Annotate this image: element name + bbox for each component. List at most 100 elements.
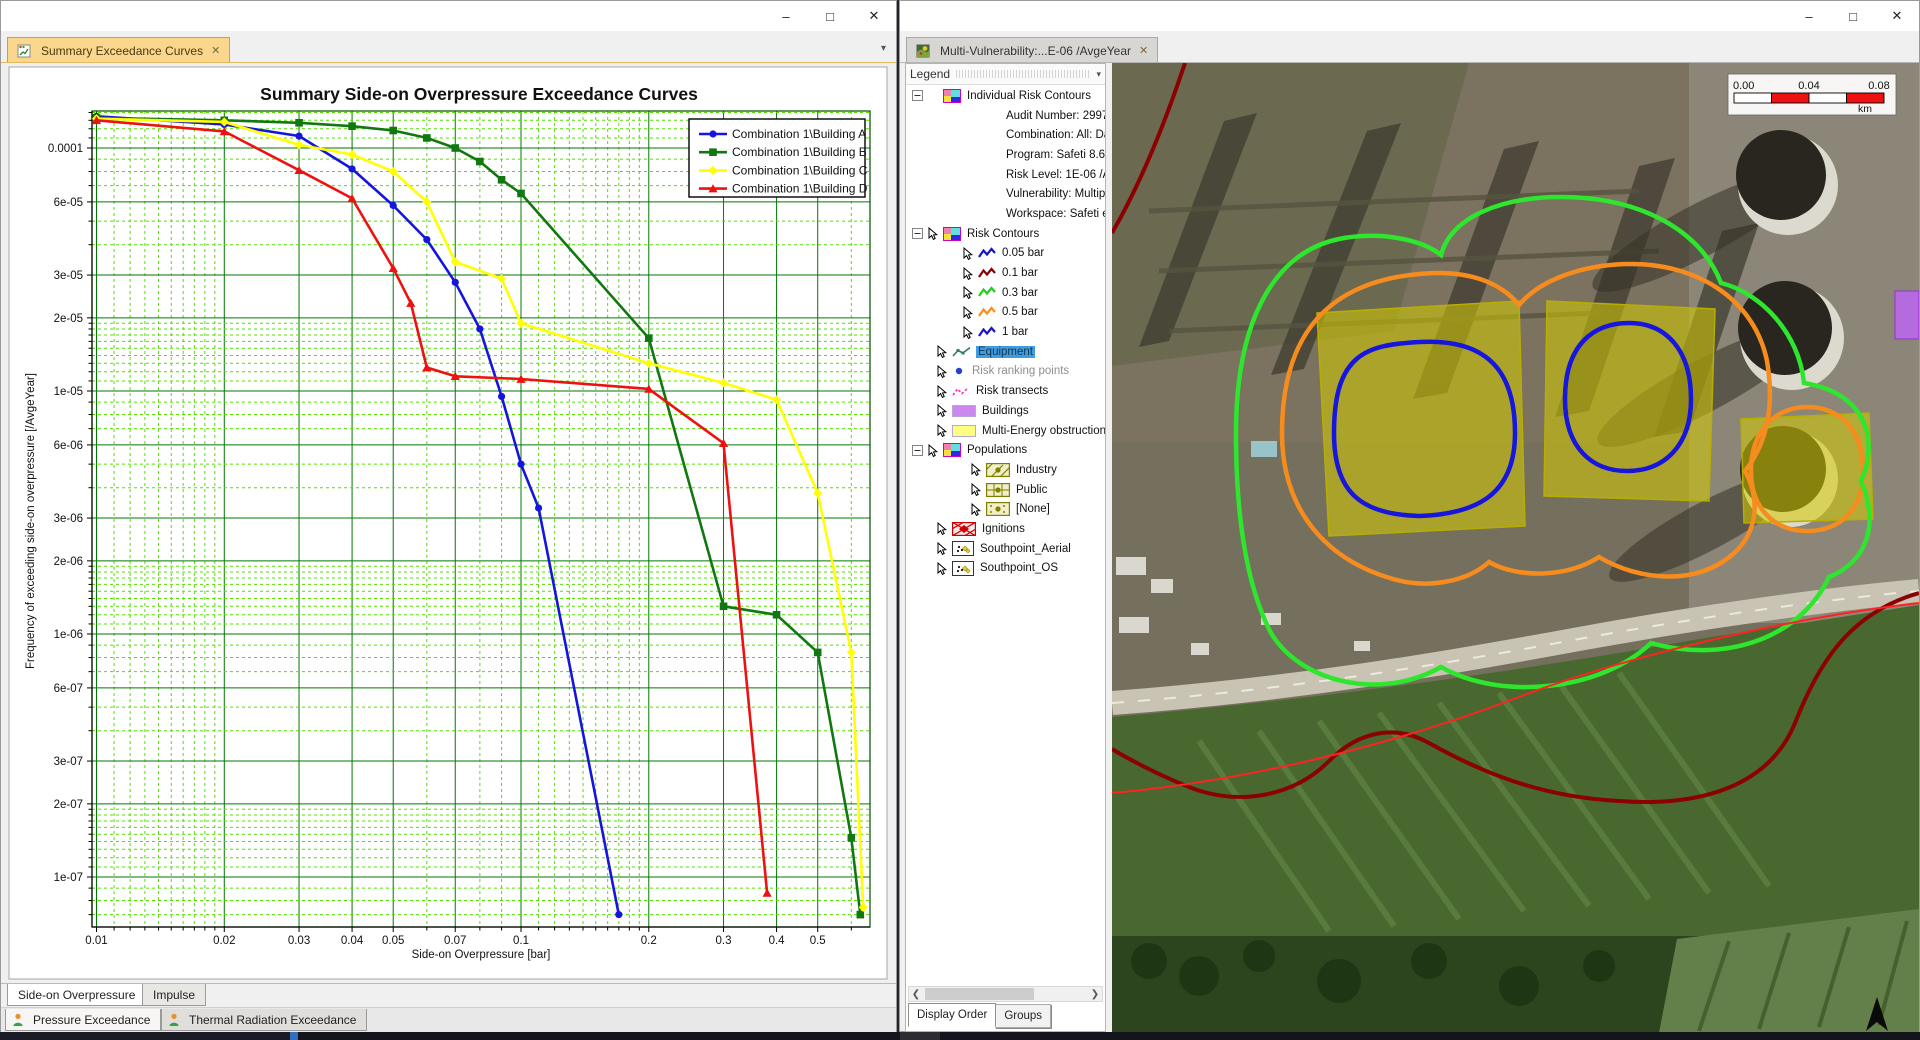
- legend-row-1-bar[interactable]: 1 bar: [906, 322, 1105, 342]
- legend-row-0-05-bar[interactable]: 0.05 bar: [906, 244, 1105, 264]
- svg-text:3e-07: 3e-07: [54, 756, 83, 768]
- legend-row-label: Southpoint_OS: [978, 562, 1060, 574]
- aerial-imagery: [1112, 63, 1919, 1032]
- legend-row-0-3-bar[interactable]: 0.3 bar: [906, 283, 1105, 303]
- cursor-icon: [970, 503, 982, 516]
- map-view[interactable]: 0.00 0.04 0.08 km: [1112, 63, 1919, 1032]
- tab-impulse[interactable]: Impulse: [142, 984, 206, 1006]
- tab-close-icon[interactable]: ✕: [1139, 44, 1148, 57]
- legend-row-0-1-bar[interactable]: 0.1 bar: [906, 263, 1105, 283]
- tab-groups[interactable]: Groups: [995, 1004, 1051, 1028]
- legend-row-label: Program: Safeti 8.61: [1004, 149, 1105, 161]
- map-scale-bar: 0.00 0.04 0.08 km: [1728, 74, 1896, 115]
- horizontal-scrollbar[interactable]: ❮ ❯: [908, 986, 1103, 1002]
- file-icon: [952, 541, 974, 556]
- svg-text:0.1: 0.1: [513, 935, 529, 947]
- svg-text:0.01: 0.01: [85, 935, 107, 947]
- legend-row-risk-contours[interactable]: Risk Contours: [906, 224, 1105, 244]
- contour-line-icon: [978, 286, 996, 299]
- chart-area: Summary Side-on Overpressure Exceedance …: [1, 63, 896, 983]
- expander-minus-icon[interactable]: [912, 228, 923, 239]
- legend-row-multi-energy-obstructions[interactable]: Multi-Energy obstructions: [906, 421, 1105, 441]
- svg-text:0.2: 0.2: [641, 935, 657, 947]
- tab-summary-exceedance-curves[interactable]: Summary Exceedance Curves ✕: [7, 37, 230, 63]
- tab-display-order[interactable]: Display Order: [908, 1003, 996, 1027]
- legend-row-industry[interactable]: Industry: [906, 460, 1105, 480]
- expander-minus-icon[interactable]: [912, 90, 923, 101]
- maximize-icon[interactable]: □: [808, 1, 852, 31]
- cursor-icon: [936, 345, 948, 358]
- legend-row-public[interactable]: Public: [906, 480, 1105, 500]
- obstruction-left: [1317, 301, 1525, 536]
- legend-row-label: 0.1 bar: [1000, 267, 1040, 279]
- map-window-titlebar[interactable]: – □ ✕: [900, 1, 1919, 32]
- legend-row-southpoint-os[interactable]: Southpoint_OS: [906, 559, 1105, 579]
- svg-text:0.00: 0.00: [1733, 80, 1754, 92]
- layers-icon: [943, 89, 961, 103]
- chart-window-titlebar[interactable]: – □ ✕: [1, 1, 896, 32]
- cursor-icon: [927, 227, 939, 240]
- minimize-icon[interactable]: –: [1787, 1, 1831, 31]
- legend-row-label: Populations: [965, 444, 1029, 456]
- legend-row-buildings[interactable]: Buildings: [906, 401, 1105, 421]
- legend-row-ignitions[interactable]: Ignitions: [906, 519, 1105, 539]
- legend-row-risk-transects[interactable]: Risk transects: [906, 381, 1105, 401]
- map-legend-panel: Legend ▾ Individual Risk Contours Audit N…: [905, 63, 1106, 1032]
- contour-line-icon: [978, 306, 996, 319]
- scroll-right-icon[interactable]: ❯: [1088, 989, 1102, 1000]
- minimize-icon[interactable]: –: [764, 1, 808, 31]
- svg-text:0.02: 0.02: [213, 935, 235, 947]
- svg-text:Combination 1\Building B: Combination 1\Building B: [732, 145, 867, 159]
- legend-row-equipment[interactable]: Equipment: [906, 342, 1105, 362]
- industry-icon: [986, 463, 1010, 477]
- tab-multi-vulnerability[interactable]: Multi-Vulnerability:...E-06 /AvgeYear ✕: [906, 37, 1158, 63]
- tab-close-icon[interactable]: ✕: [211, 44, 220, 57]
- legend-row-label: Risk ranking points: [970, 365, 1071, 377]
- legend-row-risk-level-1e-06-avg[interactable]: Risk Level: 1E-06 /Avg: [906, 165, 1105, 185]
- svg-text:Combination 1\Building A: Combination 1\Building A: [732, 127, 866, 141]
- exceedance-chart: Summary Side-on Overpressure Exceedance …: [1, 63, 896, 983]
- svg-text:0.3: 0.3: [716, 935, 732, 947]
- close-icon[interactable]: ✕: [1875, 1, 1919, 31]
- legend-row-individual-risk-contours[interactable]: Individual Risk Contours: [906, 86, 1105, 106]
- legend-row-label: Audit Number: 2997: [1004, 110, 1105, 122]
- layers-icon: [943, 227, 961, 241]
- maximize-icon[interactable]: □: [1831, 1, 1875, 31]
- layers-icon: [943, 443, 961, 457]
- svg-text:6e-06: 6e-06: [54, 440, 83, 452]
- taskbar-strip[interactable]: [0, 1032, 1920, 1040]
- legend-row-populations[interactable]: Populations: [906, 440, 1105, 460]
- x-axis-title: Side-on Overpressure [bar]: [412, 949, 551, 961]
- legend-row-southpoint-aerial[interactable]: Southpoint_Aerial: [906, 539, 1105, 559]
- svg-text:0.03: 0.03: [288, 935, 310, 947]
- expander-minus-icon[interactable]: [912, 445, 923, 456]
- cursor-icon: [936, 385, 948, 398]
- tab-thermal-radiation-exceedance[interactable]: Thermal Radiation Exceedance: [161, 1009, 367, 1031]
- legend-row-0-5-bar[interactable]: 0.5 bar: [906, 303, 1105, 323]
- legend-row-label: Individual Risk Contours: [965, 90, 1093, 102]
- cursor-icon: [936, 562, 948, 575]
- tab-side-on-overpressure[interactable]: Side-on Overpressure: [7, 984, 146, 1006]
- chevron-down-icon[interactable]: ▾: [1096, 69, 1101, 80]
- svg-text:0.5: 0.5: [810, 935, 826, 947]
- cursor-icon: [962, 326, 974, 339]
- none-icon: [986, 502, 1010, 516]
- close-icon[interactable]: ✕: [852, 1, 896, 31]
- legend-row--none-[interactable]: [None]: [906, 499, 1105, 519]
- tab-list-dropdown-icon[interactable]: ▾: [881, 43, 886, 54]
- legend-row-workspace-safeti-ex[interactable]: Workspace: Safeti ex: [906, 204, 1105, 224]
- tab-pressure-exceedance[interactable]: Pressure Exceedance: [5, 1009, 161, 1031]
- legend-row-risk-ranking-points[interactable]: Risk ranking points: [906, 362, 1105, 382]
- legend-row-vulnerability-multiple[interactable]: Vulnerability: Multiple: [906, 184, 1105, 204]
- legend-row-label: Ignitions: [980, 523, 1027, 535]
- legend-panel-header[interactable]: Legend ▾: [906, 64, 1105, 85]
- legend-row-combination-all-day[interactable]: Combination: All: Day: [906, 125, 1105, 145]
- scrollbar-thumb[interactable]: [925, 988, 1034, 1000]
- scroll-left-icon[interactable]: ❮: [909, 989, 923, 1000]
- svg-text:Combination 1\Building C: Combination 1\Building C: [732, 163, 868, 177]
- tab-label: Multi-Vulnerability:...E-06 /AvgeYear: [940, 44, 1131, 58]
- y-axis-title: Frequency of exceeding side-on overpress…: [25, 373, 37, 669]
- legend-row-program-safeti-8-61[interactable]: Program: Safeti 8.61: [906, 145, 1105, 165]
- dot-icon: [952, 366, 966, 376]
- legend-row-audit-number-2997[interactable]: Audit Number: 2997: [906, 106, 1105, 126]
